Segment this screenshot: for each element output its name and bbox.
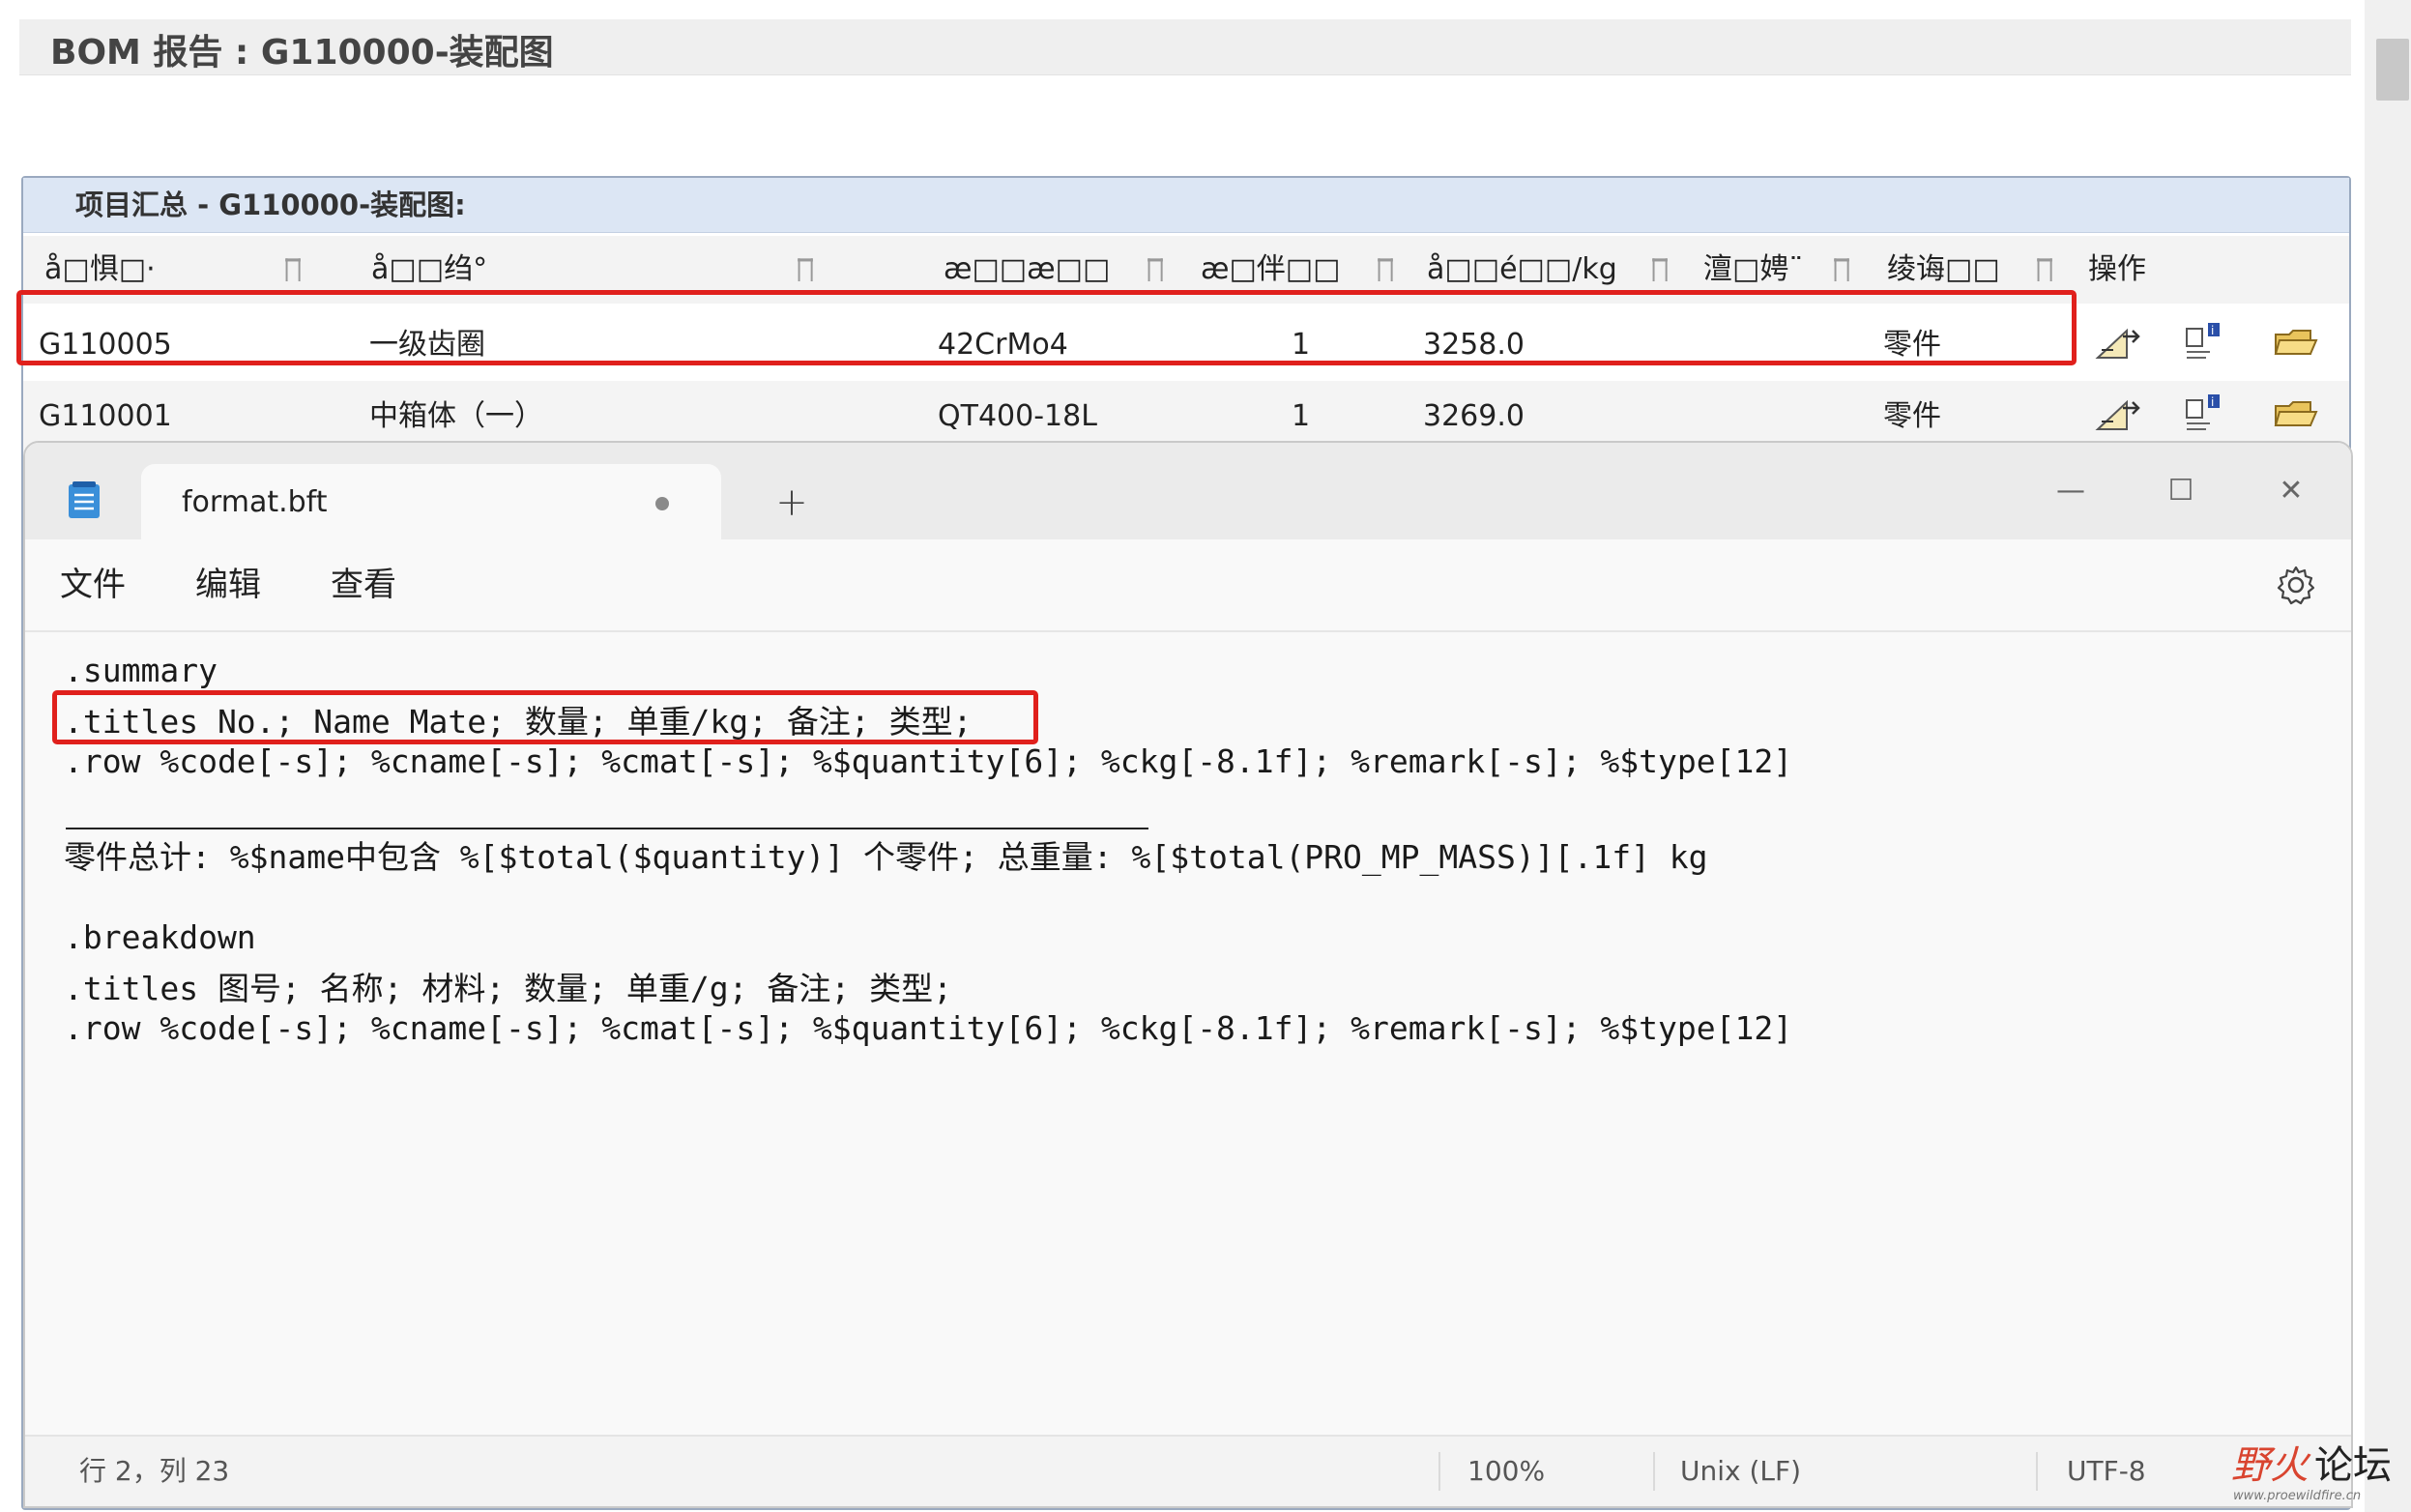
watermark-text-black: 论坛 [2314,1443,2392,1488]
zoom-level[interactable]: 100% [1467,1437,1545,1506]
maximize-button[interactable]: ☐ [2142,462,2220,520]
summary-title: 项目汇总 - G110000-装配图: [23,178,2349,233]
close-button[interactable]: ✕ [2252,462,2330,520]
forum-watermark-logo: 野火 论坛 www.proewildfire.cn [2231,1440,2405,1508]
text-editor[interactable]: .summary .titles No.; Name Mate; 数量; 单重/… [25,632,2351,1440]
title-bar[interactable]: format.bft + — ☐ ✕ [25,443,2351,541]
tab-format-bft[interactable]: format.bft [141,464,721,541]
menu-bar: 文件 编辑 查看 [25,539,2351,632]
status-divider [1653,1452,1655,1491]
open-folder-icon[interactable] [2272,321,2322,363]
cell-material: 42CrMo4 [938,328,1068,362]
svg-text:i: i [2211,395,2214,409]
editor-line: .row %code[-s]; %cname[-s]; %cmat[-s]; %… [64,1009,1793,1047]
editor-line: 零件总计: %$name中包含 %[$total($quantity)] 个零件… [64,838,1708,876]
cursor-position: 行 2，列 23 [79,1455,230,1487]
info-properties-icon[interactable]: i [2181,393,2231,435]
edit-dimension-icon[interactable] [2094,321,2144,363]
titles-highlight-annotation [52,690,1038,744]
info-properties-icon[interactable]: i [2181,321,2231,363]
status-bar: 行 2，列 23 100% Unix (LF) UTF-8 [25,1435,2351,1506]
cell-name: 一级齿圈 [369,328,485,362]
notepad-app-icon [69,481,100,518]
unsaved-indicator-icon[interactable] [655,497,669,510]
settings-gear-icon[interactable] [2276,565,2316,605]
editor-line: .titles 图号; 名称; 材料; 数量; 单重/g; 备注; 类型; [64,970,952,1007]
status-divider [2036,1452,2038,1491]
column-header-row: å□惧□· ▕▔▏ å□□绉° ▕▔▏ æ□□æ□□ ▕▔▏ æ□伴□□ ▕▔▏… [16,236,2349,365]
menu-view[interactable]: 查看 [331,539,396,630]
separator-line [66,828,1148,829]
new-tab-button[interactable]: + [758,464,826,541]
status-divider [1438,1452,1440,1491]
svg-text:i: i [2211,324,2214,337]
watermark-url: www.proewildfire.cn [2233,1489,2362,1503]
cell-type: 零件 [1883,328,1941,362]
tab-title: format.bft [182,485,328,519]
editor-line: .breakdown [64,918,256,956]
cell-code: G110005 [39,328,172,362]
menu-file[interactable]: 文件 [60,539,126,630]
encoding[interactable]: UTF-8 [2067,1437,2146,1506]
watermark-text-red: 野火 [2231,1443,2309,1488]
cell-weight: 3258.0 [1423,328,1525,362]
open-folder-icon[interactable] [2272,393,2322,435]
column-header-actions: 操作 [2088,252,2146,286]
table-row[interactable]: G110005 一级齿圈 42CrMo4 1 3258.0 零件 i [23,309,2349,381]
menu-edit[interactable]: 编辑 [195,539,261,630]
report-title: BOM 报告 : G110000-装配图 [19,19,2351,75]
line-ending[interactable]: Unix (LF) [1680,1437,1801,1506]
editor-line: .row %code[-s]; %cname[-s]; %cmat[-s]; %… [64,742,1793,780]
edit-dimension-icon[interactable] [2094,393,2144,435]
page-scrollbar[interactable] [2365,0,2411,1512]
minimize-button[interactable]: — [2032,462,2109,520]
notepad-window: format.bft + — ☐ ✕ 文件 编辑 查看 .summary .ti… [23,441,2353,1508]
scrollbar-thumb[interactable] [2376,39,2409,101]
editor-line: .summary [64,652,218,689]
cell-quantity: 1 [1292,328,1311,362]
